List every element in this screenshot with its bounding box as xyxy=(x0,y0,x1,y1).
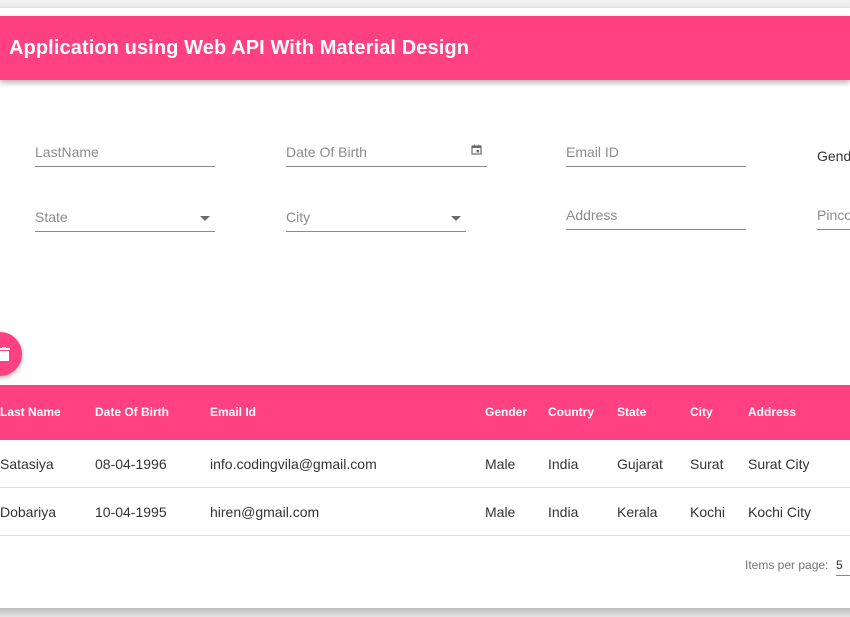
dob-placeholder: Date Of Birth xyxy=(286,144,367,160)
cell-city: Kochi xyxy=(690,504,726,520)
table-row[interactable]: Satasiya 08-04-1996 info.codingvila@gmai… xyxy=(0,440,850,488)
state-placeholder: State xyxy=(35,209,68,225)
column-header-country[interactable]: Country xyxy=(548,405,594,419)
app-toolbar: Application using Web API With Material … xyxy=(0,16,850,80)
lastname-placeholder: LastName xyxy=(35,144,99,160)
city-placeholder: City xyxy=(286,209,311,225)
cell-gender: Male xyxy=(485,456,516,472)
column-header-address[interactable]: Address xyxy=(748,405,796,419)
dropdown-arrow-icon xyxy=(451,216,461,221)
pincode-field[interactable]: Pinco xyxy=(817,204,850,230)
column-header-date-of-birth[interactable]: Date Of Birth xyxy=(95,405,169,419)
browser-top-strip xyxy=(0,0,850,8)
cell-date-of-birth: 08-04-1996 xyxy=(95,456,167,472)
state-select[interactable]: State xyxy=(35,206,215,232)
date-of-birth-field[interactable]: Date Of Birth xyxy=(286,141,487,167)
lastname-field[interactable]: LastName xyxy=(35,141,215,167)
cell-address: Surat City xyxy=(748,456,810,472)
email-placeholder: Email ID xyxy=(566,144,619,160)
dropdown-arrow-icon xyxy=(200,216,210,221)
cell-last-name: Satasiya xyxy=(0,456,54,472)
column-header-city[interactable]: City xyxy=(690,405,713,419)
cell-gender: Male xyxy=(485,504,516,520)
cell-state: Gujarat xyxy=(617,456,663,472)
items-per-page-label: Items per page: xyxy=(745,558,829,572)
cell-country: India xyxy=(548,504,579,520)
cell-email: hiren@gmail.com xyxy=(210,504,320,520)
items-per-page-select[interactable]: 5 xyxy=(836,554,850,576)
city-select[interactable]: City xyxy=(286,206,466,232)
pincode-placeholder: Pinco xyxy=(817,207,850,223)
cell-last-name: Dobariya xyxy=(0,504,57,520)
address-placeholder: Address xyxy=(566,207,618,223)
table-row[interactable]: Dobariya 10-04-1995 hiren@gmail.com Male… xyxy=(0,488,850,536)
table-header-row: Last Name Date Of Birth Email Id Gender … xyxy=(0,385,850,440)
cell-state: Kerala xyxy=(617,504,658,520)
column-header-gender[interactable]: Gender xyxy=(485,405,527,419)
cell-country: India xyxy=(548,456,579,472)
delete-icon xyxy=(0,347,10,361)
column-header-email[interactable]: Email Id xyxy=(210,405,256,419)
cell-date-of-birth: 10-04-1995 xyxy=(95,504,167,520)
column-header-last-name[interactable]: Last Name xyxy=(0,405,61,419)
cell-email: info.codingvila@gmail.com xyxy=(210,456,377,472)
email-field[interactable]: Email ID xyxy=(566,141,746,167)
column-header-state[interactable]: State xyxy=(617,405,646,419)
calendar-icon[interactable] xyxy=(471,144,482,155)
page-bottom-shadow xyxy=(0,608,850,617)
gender-label: Gend xyxy=(817,148,850,164)
cell-address: Kochi City xyxy=(748,504,812,520)
cell-city: Surat xyxy=(690,456,724,472)
address-field[interactable]: Address xyxy=(566,204,746,230)
app-title: Application using Web API With Material … xyxy=(9,36,470,59)
